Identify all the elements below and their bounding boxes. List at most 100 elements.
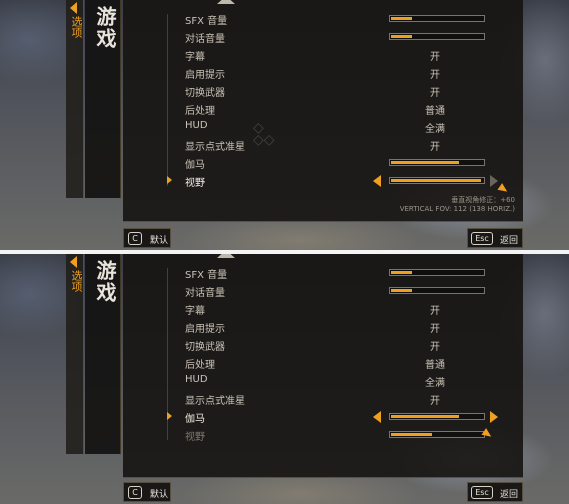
setting-value: 开 — [430, 52, 440, 63]
setting-label: 伽马 — [185, 414, 205, 425]
setting-row-switch-weapon[interactable]: 切换武器 开 — [185, 82, 505, 100]
setting-row-subtitles[interactable]: 字幕 开 — [185, 300, 505, 318]
back-button-label: 返回 — [500, 236, 519, 246]
sfx-volume-slider[interactable] — [389, 15, 485, 22]
key-esc-icon: Esc — [471, 232, 493, 245]
increase-arrow-icon[interactable] — [490, 411, 498, 423]
fov-slider[interactable] — [389, 431, 485, 438]
setting-label: HUD — [185, 374, 208, 385]
setting-value: 全满 — [425, 378, 445, 389]
setting-value: 开 — [430, 142, 440, 153]
slider-fill — [391, 289, 412, 292]
section-title-panel: 游戏 — [85, 254, 121, 454]
fov-slider[interactable] — [389, 177, 485, 184]
setting-label: 视野 — [185, 432, 205, 443]
setting-row-dot-crosshair[interactable]: 显示点式准星 开 — [185, 136, 505, 154]
setting-row-gamma[interactable]: 伽马 — [185, 154, 505, 172]
screenshot-top: 选项 游戏 ◇ ◇◇ SFX 音量 对话音量 字幕 开 启用提示 开 切换武器 开… — [0, 0, 569, 250]
default-button-label: 默认 — [150, 236, 169, 246]
setting-row-gamma[interactable]: 伽马 — [167, 408, 505, 426]
slider-fill — [391, 415, 459, 418]
setting-row-dialog-volume[interactable]: 对话音量 — [185, 28, 505, 46]
default-button[interactable]: C 默认 — [123, 228, 171, 248]
options-tab[interactable]: 选项 — [66, 0, 84, 198]
fov-info: 垂直视角修正：+60 VERTICAL FOV: 112 (138 HORIZ.… — [400, 196, 515, 214]
setting-value: 开 — [430, 306, 440, 317]
increase-arrow-icon[interactable] — [490, 175, 498, 187]
settings-guide-line — [167, 14, 168, 186]
footer-bar: C 默认 Esc 返回 — [123, 228, 523, 250]
setting-label: 伽马 — [185, 160, 205, 171]
section-title-panel: 游戏 — [85, 0, 121, 198]
decrease-arrow-icon[interactable] — [373, 175, 381, 187]
section-title: 游戏 — [93, 6, 117, 50]
setting-label: 后处理 — [185, 360, 215, 371]
back-button[interactable]: Esc 返回 — [467, 228, 523, 248]
setting-value: 普通 — [425, 360, 445, 371]
setting-row-dialog-volume[interactable]: 对话音量 — [185, 282, 505, 300]
settings-panel: SFX 音量 对话音量 字幕 开 启用提示 开 切换武器 开 后处理 普通 HU… — [123, 254, 523, 478]
setting-row-post-processing[interactable]: 后处理 普通 — [185, 354, 505, 372]
scroll-up-icon[interactable] — [217, 254, 235, 258]
back-button-label: 返回 — [500, 490, 519, 500]
setting-row-sfx-volume[interactable]: SFX 音量 — [185, 10, 505, 28]
slider-fill — [391, 35, 412, 38]
slider-fill — [391, 271, 412, 274]
slider-fill — [391, 179, 482, 182]
screenshot-bottom: 选项 游戏 SFX 音量 对话音量 字幕 开 启用提示 开 切换武器 开 后处理… — [0, 254, 569, 504]
setting-value: 开 — [430, 70, 440, 81]
setting-value: 开 — [430, 324, 440, 335]
setting-row-fov[interactable]: 视野 — [167, 172, 510, 195]
slider-fill — [391, 433, 433, 436]
slider-fill — [391, 17, 412, 20]
setting-row-sfx-volume[interactable]: SFX 音量 — [185, 264, 505, 282]
setting-label: HUD — [185, 120, 208, 131]
setting-row-switch-weapon[interactable]: 切换武器 开 — [185, 336, 505, 354]
section-title: 游戏 — [93, 260, 117, 304]
key-c-icon: C — [128, 486, 142, 499]
scroll-up-icon[interactable] — [217, 0, 235, 4]
default-button-label: 默认 — [150, 490, 169, 500]
fov-info-vertical-correction: 垂直视角修正：+60 — [451, 196, 515, 204]
setting-label: 显示点式准星 — [185, 396, 245, 407]
setting-row-hud[interactable]: HUD 全满 — [185, 372, 505, 390]
options-tab-label: 选项 — [70, 16, 83, 38]
gamma-slider[interactable] — [389, 413, 485, 420]
key-c-icon: C — [128, 232, 142, 245]
setting-row-hints[interactable]: 启用提示 开 — [185, 318, 505, 336]
mouse-cursor-icon — [481, 428, 494, 440]
setting-row-hints[interactable]: 启用提示 开 — [185, 64, 505, 82]
setting-label: 后处理 — [185, 106, 215, 117]
key-esc-icon: Esc — [471, 486, 493, 499]
setting-value: 全满 — [425, 124, 445, 135]
setting-row-subtitles[interactable]: 字幕 开 — [185, 46, 505, 64]
mouse-cursor-icon — [497, 183, 510, 195]
settings-panel: ◇ ◇◇ SFX 音量 对话音量 字幕 开 启用提示 开 切换武器 开 后处理 普… — [123, 0, 523, 222]
setting-row-post-processing[interactable]: 后处理 普通 — [185, 100, 505, 118]
gamma-slider[interactable] — [389, 159, 485, 166]
sfx-volume-slider[interactable] — [389, 269, 485, 276]
setting-row-hud[interactable]: HUD 全满 — [185, 118, 505, 136]
setting-value: 开 — [430, 396, 440, 407]
back-button[interactable]: Esc 返回 — [467, 482, 523, 502]
setting-label: 启用提示 — [185, 70, 225, 81]
options-tab-label: 选项 — [70, 270, 83, 292]
default-button[interactable]: C 默认 — [123, 482, 171, 502]
setting-label: 字幕 — [185, 52, 205, 63]
dialog-volume-slider[interactable] — [389, 33, 485, 40]
setting-label: 视野 — [185, 178, 205, 189]
setting-value: 普通 — [425, 106, 445, 117]
slider-fill — [391, 161, 459, 164]
setting-label: 切换武器 — [185, 342, 225, 353]
setting-row-fov[interactable]: 视野 — [185, 426, 505, 444]
setting-row-dot-crosshair[interactable]: 显示点式准星 开 — [185, 390, 505, 408]
setting-label: 显示点式准星 — [185, 142, 245, 153]
setting-label: SFX 音量 — [185, 16, 228, 27]
setting-value: 开 — [430, 342, 440, 353]
footer-bar: C 默认 Esc 返回 — [123, 482, 523, 504]
setting-value: 开 — [430, 88, 440, 99]
dialog-volume-slider[interactable] — [389, 287, 485, 294]
selected-row-pointer-icon — [167, 176, 172, 184]
decrease-arrow-icon[interactable] — [373, 411, 381, 423]
options-tab[interactable]: 选项 — [66, 254, 84, 454]
